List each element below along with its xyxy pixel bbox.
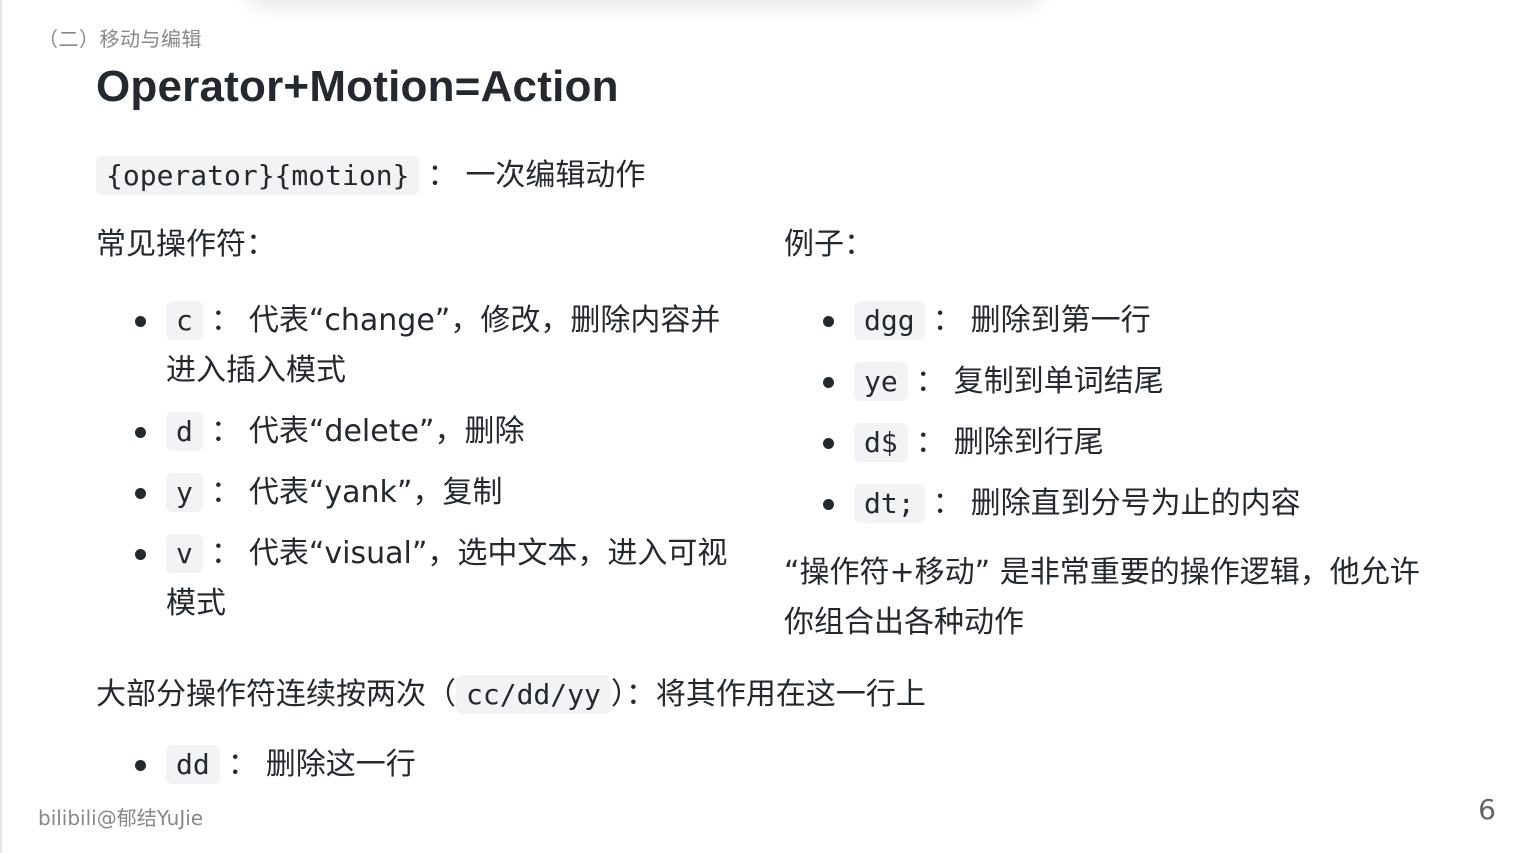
slide-left-edge — [0, 0, 2, 853]
operator-desc: 代表“change”，修改，删除内容并进入插入模式 — [166, 303, 721, 388]
examples-heading: 例子： — [784, 227, 874, 262]
operator-colon: ： — [210, 303, 241, 338]
intro-text: 一次编辑动作 — [465, 158, 646, 193]
operator-item-c: c：代表“change”，修改，删除内容并进入插入模式 — [96, 296, 746, 396]
operator-code: v — [166, 534, 203, 573]
examples-list: dgg：删除到第一行 ye：复制到单词结尾 d$：删除到行尾 dt;：删除直到分… — [784, 296, 1434, 540]
example-item-dgg: dgg：删除到第一行 — [784, 296, 1434, 346]
double-press-item-code: dd — [166, 745, 220, 784]
page-number: 6 — [1478, 793, 1496, 826]
double-press-line: 大部分操作符连续按两次（ cc/dd/yy ）：将其作用在这一行上 — [96, 670, 926, 720]
operator-item-d: d：代表“delete”，删除 — [96, 407, 746, 457]
example-colon: ： — [932, 486, 963, 521]
example-desc: 删除直到分号为止的内容 — [970, 486, 1301, 521]
intro-line: {operator}{motion}：一次编辑动作 — [96, 152, 645, 200]
double-press-item-dd: dd：删除这一行 — [96, 740, 746, 790]
double-press-list: dd：删除这一行 — [96, 740, 746, 790]
example-code: dt; — [854, 484, 925, 523]
operator-code: c — [166, 301, 203, 340]
section-label: （二）移动与编辑 — [38, 27, 202, 51]
example-desc: 复制到单词结尾 — [953, 364, 1164, 399]
double-press-item-colon: ： — [227, 747, 258, 782]
operators-heading: 常见操作符： — [96, 227, 276, 262]
example-colon: ： — [915, 364, 946, 399]
slide-title: Operator+Motion=Action — [96, 62, 619, 111]
example-item-ye: ye：复制到单词结尾 — [784, 357, 1434, 407]
operator-code: y — [166, 473, 203, 512]
operator-code: d — [166, 412, 203, 451]
operator-desc: 代表“delete”，删除 — [248, 414, 525, 449]
double-press-item-desc: 删除这一行 — [265, 747, 416, 782]
example-code: d$ — [854, 423, 908, 462]
example-code: dgg — [854, 301, 925, 340]
intro-code: {operator}{motion} — [96, 156, 420, 195]
example-item-dt-semicolon: dt;：删除直到分号为止的内容 — [784, 479, 1434, 529]
example-desc: 删除到行尾 — [953, 425, 1104, 460]
example-colon: ： — [932, 303, 963, 338]
example-code: ye — [854, 362, 908, 401]
operator-colon: ： — [210, 475, 241, 510]
operator-item-y: y：代表“yank”，复制 — [96, 468, 746, 518]
operator-colon: ： — [210, 536, 241, 571]
operators-list: c：代表“change”，修改，删除内容并进入插入模式 d：代表“delete”… — [96, 296, 746, 640]
footer-credit: bilibili@郁结YuJie — [38, 806, 204, 830]
operator-desc: 代表“visual”，选中文本，进入可视模式 — [166, 536, 728, 621]
example-colon: ： — [915, 425, 946, 460]
examples-note: “操作符+移动” 是非常重要的操作逻辑，他允许你组合出各种动作 — [784, 555, 1420, 640]
example-item-d-dollar: d$：删除到行尾 — [784, 418, 1434, 468]
example-desc: 删除到第一行 — [970, 303, 1151, 338]
operator-colon: ： — [210, 414, 241, 449]
double-press-suffix: ）：将其作用在这一行上 — [610, 677, 926, 712]
operator-desc: 代表“yank”，复制 — [248, 475, 503, 510]
intro-colon: ： — [427, 158, 458, 193]
double-press-prefix: 大部分操作符连续按两次（ — [96, 677, 456, 712]
operator-item-v: v：代表“visual”，选中文本，进入可视模式 — [96, 529, 746, 629]
double-press-code: cc/dd/yy — [456, 675, 611, 714]
